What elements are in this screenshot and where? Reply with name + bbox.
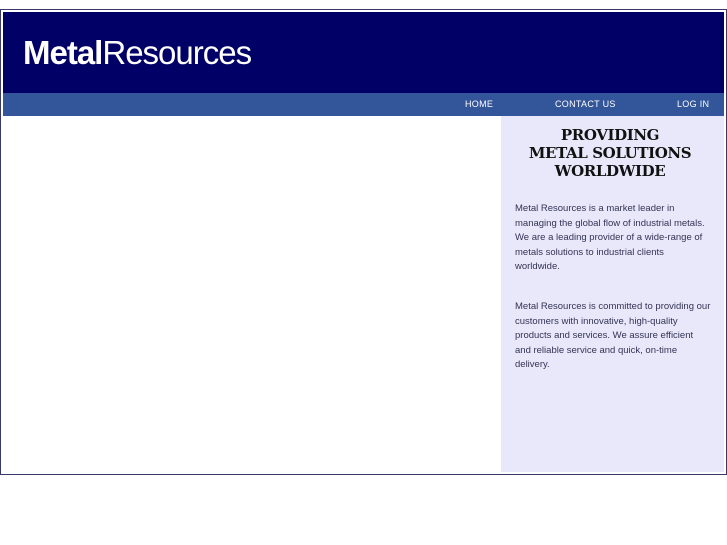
sidebar: PROVIDING METAL SOLUTIONS WORLDWIDE Meta… (501, 116, 724, 472)
nav-bar: HOME CONTACT US LOG IN (3, 93, 724, 116)
tagline-line-2: METAL SOLUTIONS (528, 144, 692, 162)
site-logo[interactable]: MetalResources (23, 34, 252, 71)
tagline-line-1: PROVIDING (560, 126, 660, 144)
main-content-area (3, 116, 501, 472)
nav-home-link[interactable]: HOME (465, 93, 493, 116)
sidebar-tagline: PROVIDING METAL SOLUTIONS WORLDWIDE (501, 126, 719, 180)
sidebar-paragraph-1: Metal Resources is a market leader in ma… (515, 203, 705, 272)
nav-contact-link[interactable]: CONTACT US (555, 93, 616, 116)
page-frame: MetalResources HOME CONTACT US LOG IN PR… (0, 9, 727, 475)
site-header: MetalResources (3, 12, 724, 93)
logo-light-text: Resources (102, 34, 252, 71)
sidebar-paragraph-2: Metal Resources is committed to providin… (515, 301, 711, 370)
logo-bold-text: Metal (23, 34, 103, 71)
nav-login-link[interactable]: LOG IN (677, 93, 709, 116)
tagline-line-3: WORLDWIDE (554, 162, 666, 180)
